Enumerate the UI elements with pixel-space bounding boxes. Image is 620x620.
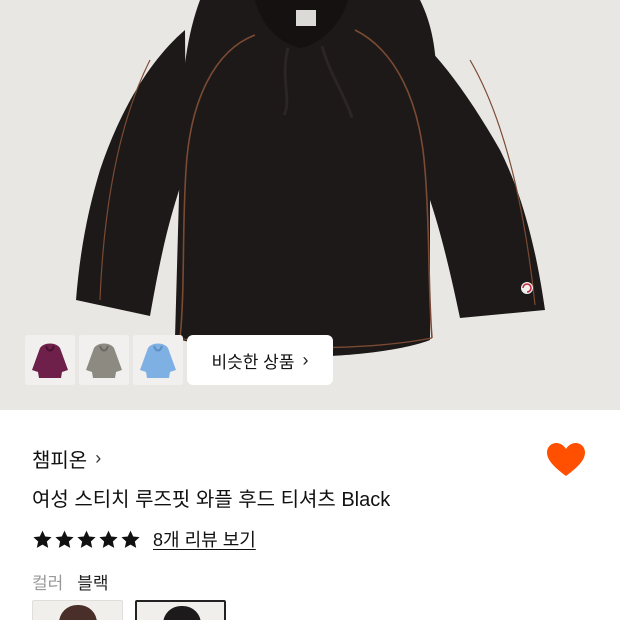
color-label: 컬러 [32,574,64,593]
rating-row: 8개 리뷰 보기 [32,526,256,552]
hoodie-thumb-icon [86,343,122,378]
similar-products-button[interactable]: 비슷한 상품 › [187,335,333,385]
star-icon [121,530,140,548]
color-thumbnails [25,335,183,385]
chevron-right-icon: › [95,448,102,468]
star-icon [55,530,74,548]
chevron-right-icon: › [302,349,309,370]
swatch-hoodie-image [163,606,201,620]
thumbnail-gray[interactable] [79,335,129,385]
star-rating [32,529,141,550]
thumbnail-purple[interactable] [25,335,75,385]
color-swatches [32,600,226,620]
brand-name: 챔피온 [32,450,88,472]
star-icon [33,530,52,548]
product-title: 여성 스티치 루즈핏 와플 후드 티셔츠 Black [32,489,391,511]
review-link[interactable]: 8개 리뷰 보기 [153,526,256,552]
hoodie-thumb-icon [140,343,176,378]
color-option-row: 컬러 블랙 [32,569,109,594]
color-swatch-brown[interactable] [32,600,123,620]
color-swatch-black[interactable] [135,600,226,620]
brand-link[interactable]: 챔피온 › [32,444,101,473]
star-icon [77,530,96,548]
thumbnail-lightblue[interactable] [133,335,183,385]
color-value: 블랙 [77,574,109,593]
heart-icon[interactable] [546,442,586,478]
hoodie-thumb-icon [32,343,68,378]
product-hero-image[interactable]: 비슷한 상품 › [0,0,620,410]
star-icon [99,530,118,548]
swatch-hoodie-image [59,605,97,620]
similar-products-label: 비슷한 상품 [211,352,295,372]
